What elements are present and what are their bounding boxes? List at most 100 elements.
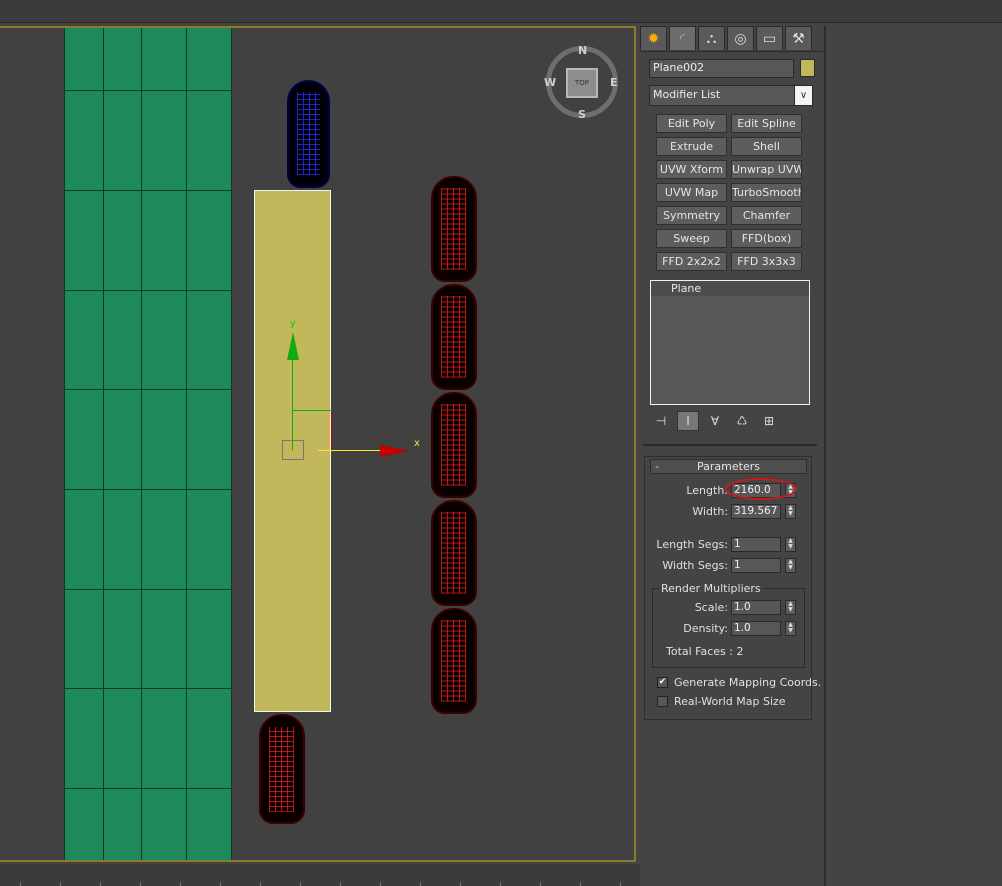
object-color-swatch[interactable]	[800, 59, 815, 77]
gizmo-plane-handle[interactable]	[292, 410, 332, 411]
green-grid-object[interactable]	[64, 28, 232, 860]
grid-line	[186, 28, 187, 860]
x-axis-label: x	[414, 438, 420, 449]
red-car-model[interactable]	[431, 608, 477, 714]
red-car-model[interactable]	[431, 392, 477, 498]
modifier-buttons-grid: Edit Poly Edit Spline Extrude Shell UVW …	[656, 114, 802, 271]
real-world-map-size-checkbox[interactable]	[657, 696, 668, 707]
compass-north: N	[578, 44, 588, 57]
time-slider-strip[interactable]	[0, 864, 640, 886]
symmetry-button[interactable]: Symmetry	[656, 206, 727, 225]
grid-line	[103, 28, 104, 860]
gizmo-x-arrow-icon[interactable]	[380, 445, 410, 457]
modify-tab-icon[interactable]: ◜	[669, 26, 696, 50]
side-empty-panel	[826, 26, 1002, 886]
compass-south: S	[578, 108, 586, 121]
density-label: Density:	[683, 622, 728, 635]
stack-item-plane[interactable]: Plane	[651, 281, 809, 296]
shell-button[interactable]: Shell	[731, 137, 802, 156]
grid-line	[65, 788, 231, 789]
generate-mapping-checkbox[interactable]: ✔	[657, 677, 668, 688]
width-segs-label: Width Segs:	[662, 559, 728, 572]
show-end-result-icon[interactable]: Ⅰ	[677, 411, 699, 431]
collapse-icon[interactable]: -	[655, 460, 659, 473]
grid-line	[65, 290, 231, 291]
panel-separator	[643, 444, 817, 446]
length-label: Length:	[686, 484, 728, 497]
generate-mapping-label: Generate Mapping Coords.	[674, 676, 822, 689]
spin-down-icon[interactable]: ▼	[788, 606, 793, 613]
edit-poly-button[interactable]: Edit Poly	[656, 114, 727, 133]
red-car-model[interactable]	[431, 500, 477, 606]
make-unique-icon[interactable]: ∀	[704, 411, 726, 431]
parameters-title: Parameters	[697, 460, 760, 473]
uvw-xform-button[interactable]: UVW Xform	[656, 160, 727, 179]
spin-down-icon[interactable]: ▼	[788, 627, 793, 634]
ffd-box-button[interactable]: FFD(box)	[731, 229, 802, 248]
parameters-rollout-header[interactable]: Parameters -	[650, 459, 807, 474]
scale-label: Scale:	[694, 601, 728, 614]
grid-line	[141, 28, 142, 860]
grid-line	[65, 589, 231, 590]
ffd-3x3x3-button[interactable]: FFD 3x3x3	[731, 252, 802, 271]
modifier-list-label: Modifier List	[653, 88, 721, 101]
density-input[interactable]: 1.0	[731, 621, 781, 636]
red-car-model[interactable]	[259, 714, 305, 824]
spin-down-icon[interactable]: ▼	[788, 543, 793, 550]
gizmo-y-axis[interactable]	[292, 358, 293, 450]
create-tab-icon[interactable]: ✹	[640, 26, 667, 50]
uvw-map-button[interactable]: UVW Map	[656, 183, 727, 202]
object-name-field[interactable]: Plane002	[649, 59, 794, 78]
real-world-map-size-label: Real-World Map Size	[674, 695, 786, 708]
render-multipliers-title: Render Multipliers	[659, 582, 763, 595]
edit-spline-button[interactable]: Edit Spline	[731, 114, 802, 133]
spin-down-icon[interactable]: ▼	[788, 510, 793, 517]
compass-west: W	[544, 76, 557, 89]
motion-tab-icon[interactable]: ◎	[727, 26, 754, 50]
compass-east: E	[610, 76, 618, 89]
scale-input[interactable]: 1.0	[731, 600, 781, 615]
viewcube-top-face[interactable]: TOP	[566, 68, 598, 98]
turbosmooth-button[interactable]: TurboSmooth	[731, 183, 802, 202]
sweep-button[interactable]: Sweep	[656, 229, 727, 248]
modifier-stack[interactable]: Plane	[650, 280, 810, 405]
chamfer-button[interactable]: Chamfer	[731, 206, 802, 225]
length-segs-spinner[interactable]: ▲ ▼	[785, 537, 796, 552]
chevron-down-icon[interactable]: ∨	[794, 86, 812, 105]
hierarchy-tab-icon[interactable]: ⛬	[698, 26, 725, 50]
grid-line	[65, 389, 231, 390]
red-car-model[interactable]	[431, 176, 477, 282]
width-segs-input[interactable]: 1	[731, 558, 781, 573]
density-spinner[interactable]: ▲ ▼	[785, 621, 796, 636]
stack-toolbar: ⊣ Ⅰ ∀ ♺ ⊞	[650, 411, 785, 431]
pin-stack-icon[interactable]: ⊣	[650, 411, 672, 431]
width-segs-spinner[interactable]: ▲ ▼	[785, 558, 796, 573]
width-spinner[interactable]: ▲ ▼	[785, 504, 796, 519]
red-highlight-ellipse	[725, 478, 797, 500]
gizmo-y-arrow-icon[interactable]	[287, 332, 299, 360]
length-segs-label: Length Segs:	[656, 538, 728, 551]
extrude-button[interactable]: Extrude	[656, 137, 727, 156]
total-faces-readout: Total Faces : 2	[666, 645, 744, 658]
display-tab-icon[interactable]: ▭	[756, 26, 783, 50]
blue-car-model[interactable]	[287, 80, 330, 188]
configure-sets-icon[interactable]: ⊞	[758, 411, 780, 431]
y-axis-label: y	[290, 318, 296, 329]
spin-down-icon[interactable]: ▼	[788, 564, 793, 571]
gizmo-center-box[interactable]	[282, 440, 304, 460]
utilities-tab-icon[interactable]: ⚒	[785, 26, 812, 50]
tabs-underline	[640, 51, 824, 52]
length-segs-input[interactable]: 1	[731, 537, 781, 552]
command-panel-tabs: ✹ ◜ ⛬ ◎ ▭ ⚒	[640, 26, 814, 52]
top-viewport[interactable]: y x TOP N S E W	[0, 26, 636, 862]
plane-edge-marker	[331, 410, 332, 450]
red-car-model[interactable]	[431, 284, 477, 390]
gizmo-x-axis[interactable]	[318, 450, 388, 451]
grid-line	[65, 90, 231, 91]
ffd-2x2x2-button[interactable]: FFD 2x2x2	[656, 252, 727, 271]
scale-spinner[interactable]: ▲ ▼	[785, 600, 796, 615]
width-input[interactable]: 319.567	[731, 504, 781, 519]
modifier-list-dropdown[interactable]: Modifier List ∨	[649, 85, 813, 106]
remove-modifier-icon[interactable]: ♺	[731, 411, 753, 431]
unwrap-uvw-button[interactable]: Unwrap UVW	[731, 160, 802, 179]
